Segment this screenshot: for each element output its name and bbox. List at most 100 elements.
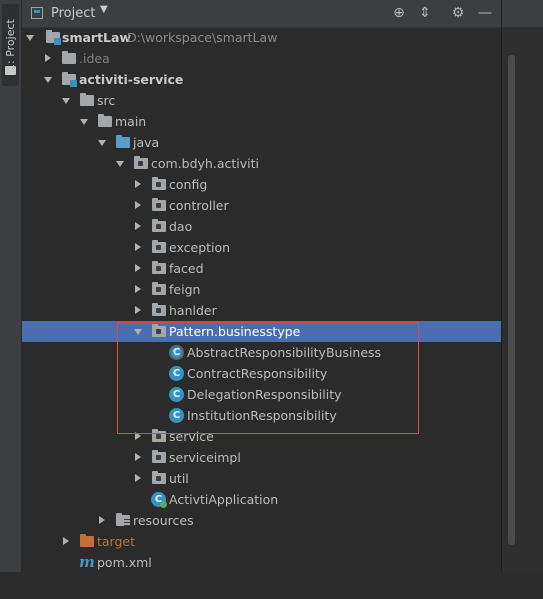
tree-row-src[interactable]: src	[22, 90, 501, 111]
tree-row-feign[interactable]: feign	[22, 279, 501, 300]
expand-arrow-icon[interactable]	[135, 474, 141, 482]
package-icon	[152, 219, 166, 232]
tree-row-label: dao	[169, 219, 193, 234]
class-icon: C	[169, 366, 184, 381]
tree-row-label: src	[97, 93, 116, 108]
tree-row-label: com.bdyh.activiti	[151, 156, 259, 171]
editor-tab-strip	[502, 0, 543, 27]
tree-row-main[interactable]: main	[22, 111, 501, 132]
expand-arrow-icon[interactable]	[116, 161, 124, 167]
tree-row-institution-responsibility[interactable]: C InstitutionResponsibility	[22, 405, 501, 426]
tree-row-idea[interactable]: .idea	[22, 48, 501, 69]
source-folder-icon	[116, 135, 130, 148]
tree-row-contract-responsibility[interactable]: C ContractResponsibility	[22, 363, 501, 384]
folder-icon	[98, 114, 112, 127]
expand-arrow-icon[interactable]	[135, 264, 141, 272]
tree-row-label: target	[97, 534, 136, 549]
collapse-all-icon[interactable]: ⇕	[416, 4, 434, 22]
class-icon: C	[169, 408, 184, 423]
settings-gear-icon[interactable]: ⚙	[449, 4, 467, 22]
package-icon	[152, 240, 166, 253]
expand-arrow-icon[interactable]	[63, 537, 69, 545]
maven-icon: m	[79, 553, 95, 571]
expand-arrow-icon[interactable]	[98, 140, 106, 146]
expand-arrow-icon[interactable]	[135, 432, 141, 440]
tree-row-pattern-businesstype[interactable]: Pattern.businesstype	[22, 321, 501, 342]
module-folder-icon	[46, 30, 61, 45]
tree-row-label: AbstractResponsibilityBusiness	[187, 345, 382, 360]
package-icon	[152, 303, 166, 316]
package-icon	[152, 471, 166, 484]
tree-row-label: resources	[133, 513, 194, 528]
expand-arrow-icon[interactable]	[80, 119, 88, 125]
tree-row-label: Pattern.businesstype	[169, 324, 301, 339]
class-icon: C	[169, 387, 184, 402]
tree-row-label: pom.xml	[97, 555, 152, 570]
minimize-icon[interactable]: —	[476, 4, 494, 22]
tree-row-label: hanlder	[169, 303, 217, 318]
tree-row-delegation-responsibility[interactable]: C DelegationResponsibility	[22, 384, 501, 405]
tree-row-java[interactable]: java	[22, 132, 501, 153]
tree-row-label: smartLaw	[62, 30, 131, 45]
tree-row-label: java	[133, 135, 160, 150]
view-dropdown-chevron-icon[interactable]: ▼	[100, 4, 108, 15]
tree-row-hanlder[interactable]: hanlder	[22, 300, 501, 321]
tree-row-activiti-service[interactable]: activiti-service	[22, 69, 501, 90]
tree-row-label: DelegationResponsibility	[187, 387, 342, 402]
expand-arrow-icon[interactable]	[135, 222, 141, 230]
tree-row-label: main	[115, 114, 147, 129]
folder-icon	[5, 66, 16, 75]
tree-row-util[interactable]: util	[22, 468, 501, 489]
scrollbar-thumb[interactable]	[508, 55, 515, 545]
expand-arrow-icon[interactable]	[99, 516, 105, 524]
tree-row-package-root[interactable]: com.bdyh.activiti	[22, 153, 501, 174]
tree-row-dao[interactable]: dao	[22, 216, 501, 237]
expand-arrow-icon[interactable]	[26, 35, 34, 41]
abstract-class-icon: C	[169, 345, 184, 360]
tree-row-label: .idea	[79, 51, 110, 66]
tree-row-pom-xml[interactable]: m pom.xml	[22, 552, 501, 573]
project-tree: smartLaw D:\workspace\smartLaw .idea act…	[22, 27, 515, 573]
expand-arrow-icon[interactable]	[135, 201, 141, 209]
tree-row-label: ContractResponsibility	[187, 366, 328, 381]
expand-arrow-icon[interactable]	[45, 54, 51, 62]
expand-arrow-icon[interactable]	[135, 306, 141, 314]
expand-arrow-icon[interactable]	[62, 98, 70, 104]
run-badge-icon	[160, 501, 167, 508]
module-folder-icon	[62, 72, 77, 87]
tree-row-smartlaw[interactable]: smartLaw D:\workspace\smartLaw	[22, 27, 501, 48]
tree-row-label: ActivtiApplication	[169, 492, 279, 507]
tree-row-faced[interactable]: faced	[22, 258, 501, 279]
tree-row-label: service	[169, 429, 214, 444]
tree-row-label: exception	[169, 240, 231, 255]
tree-row-label: faced	[169, 261, 204, 276]
expand-arrow-icon[interactable]	[135, 285, 141, 293]
tree-row-abstract-responsibility[interactable]: C AbstractResponsibilityBusiness	[22, 342, 501, 363]
package-icon	[152, 198, 166, 211]
excluded-folder-icon	[80, 534, 94, 547]
expand-arrow-icon[interactable]	[135, 243, 141, 251]
tree-row-exception[interactable]: exception	[22, 237, 501, 258]
expand-arrow-icon[interactable]	[134, 329, 142, 335]
expand-arrow-icon[interactable]	[135, 180, 141, 188]
tree-row-target[interactable]: target	[22, 531, 501, 552]
tree-row-label: serviceimpl	[169, 450, 241, 465]
tree-row-config[interactable]: config	[22, 174, 501, 195]
tree-row-controller[interactable]: controller	[22, 195, 501, 216]
panel-title[interactable]: Project	[51, 6, 95, 21]
tree-row-service[interactable]: service	[22, 426, 501, 447]
tree-row-label: InstitutionResponsibility	[187, 408, 337, 423]
expand-arrow-icon[interactable]	[135, 453, 141, 461]
tree-row-label: activiti-service	[79, 72, 184, 87]
locate-icon[interactable]: ⊕	[390, 4, 408, 22]
folder-icon	[62, 51, 76, 64]
package-icon	[152, 324, 166, 337]
vertical-scrollbar[interactable]	[508, 55, 515, 599]
tree-row-resources[interactable]: resources	[22, 510, 501, 531]
tree-row-activti-application[interactable]: C ActivtiApplication	[22, 489, 501, 510]
tree-row-serviceimpl[interactable]: serviceimpl	[22, 447, 501, 468]
resources-folder-icon	[116, 513, 130, 526]
expand-arrow-icon[interactable]	[44, 77, 52, 83]
tree-row-label: util	[169, 471, 189, 486]
package-icon	[152, 429, 166, 442]
